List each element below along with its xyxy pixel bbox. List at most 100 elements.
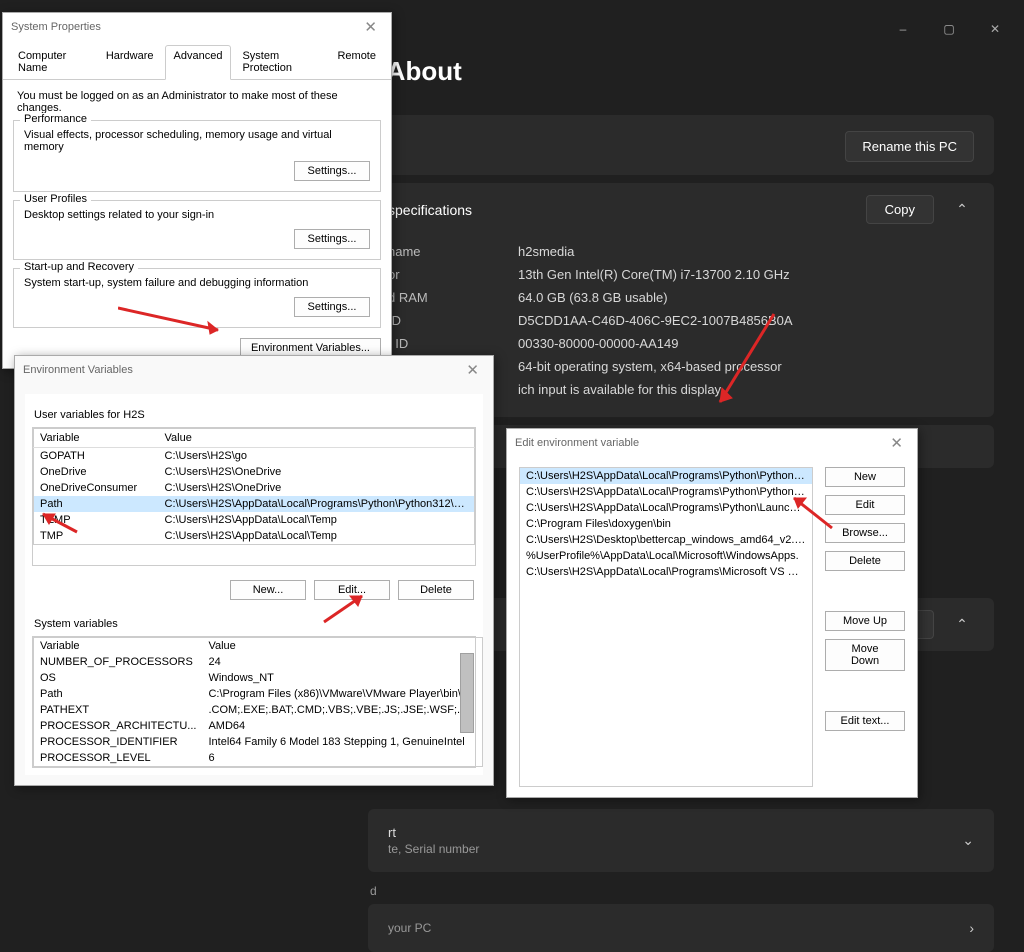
table-row[interactable]: PATHEXT.COM;.EXE;.BAT;.CMD;.VBS;.VBE;.JS… — [34, 702, 483, 718]
chevron-right-icon: › — [969, 920, 974, 936]
table-row[interactable]: PROCESSOR_IDENTIFIERIntel64 Family 6 Mod… — [34, 734, 483, 750]
var-name: TMP — [34, 528, 159, 545]
var-value: C:\Users\H2S\AppData\Local\Temp — [159, 512, 475, 528]
minimize-button[interactable]: – — [880, 14, 926, 44]
edit-text-button[interactable]: Edit text... — [825, 711, 905, 731]
table-row[interactable]: OneDriveC:\Users\H2S\OneDrive — [34, 464, 475, 480]
spec-value: h2smedia — [518, 244, 574, 259]
spec-row: nameh2smedia — [388, 240, 974, 263]
related-label: d — [368, 884, 994, 898]
spec-label: t ID — [388, 336, 518, 351]
var-value: AMD64 — [202, 718, 482, 734]
tab-system-protection[interactable]: System Protection — [233, 45, 326, 79]
user-edit-button[interactable]: Edit... — [314, 580, 390, 600]
col-variable: Variable — [34, 429, 159, 448]
close-icon[interactable]: ✕ — [460, 361, 485, 379]
spec-row: t ID00330-80000-00000-AA149 — [388, 332, 974, 355]
support-label: rt — [388, 825, 479, 840]
scrollbar-thumb[interactable] — [460, 653, 474, 733]
rename-pc-button[interactable]: Rename this PC — [845, 131, 974, 162]
chevron-up-icon[interactable]: ⌃ — [948, 196, 976, 224]
spec-value: ich input is available for this display — [518, 382, 721, 397]
spec-value: 00330-80000-00000-AA149 — [518, 336, 678, 351]
var-value: C:\Users\H2S\AppData\Local\Programs\Pyth… — [159, 496, 475, 512]
var-name: PATHEXT — [34, 702, 203, 718]
tab-computer-name[interactable]: Computer Name — [9, 45, 95, 79]
device-name-card: Rename this PC — [368, 115, 994, 175]
chevron-down-icon: ⌄ — [962, 832, 974, 849]
system-vars-table[interactable]: VariableValueNUMBER_OF_PROCESSORS24OSWin… — [33, 637, 483, 767]
user-profiles-group: User Profiles Desktop settings related t… — [13, 200, 381, 260]
var-value: 24 — [202, 654, 482, 670]
profiles-text: Desktop settings related to your sign-in — [24, 209, 370, 221]
move-up-button[interactable]: Move Up — [825, 611, 905, 631]
performance-legend: Performance — [20, 113, 91, 125]
tab-remote[interactable]: Remote — [328, 45, 385, 79]
path-entry[interactable]: C:\Program Files\doxygen\bin — [520, 516, 812, 532]
startup-recovery-group: Start-up and Recovery System start-up, s… — [13, 268, 381, 328]
path-entry[interactable]: C:\Users\H2S\Desktop\bettercap_windows_a… — [520, 532, 812, 548]
user-vars-table[interactable]: Variable Value GOPATHC:\Users\H2S\goOneD… — [33, 428, 475, 545]
help-item[interactable]: your PC › — [368, 904, 994, 952]
edit-entry-button[interactable]: Edit — [825, 495, 905, 515]
browse-button[interactable]: Browse... — [825, 523, 905, 543]
table-row[interactable]: OneDriveConsumerC:\Users\H2S\OneDrive — [34, 480, 475, 496]
close-icon[interactable]: ✕ — [358, 18, 383, 36]
profiles-settings-button[interactable]: Settings... — [294, 229, 370, 249]
table-row[interactable]: PathC:\Program Files (x86)\VMware\VMware… — [34, 686, 483, 702]
var-name: PROCESSOR_IDENTIFIER — [34, 734, 203, 750]
var-name: PROCESSOR_LEVEL — [34, 750, 203, 767]
new-entry-button[interactable]: New — [825, 467, 905, 487]
maximize-button[interactable]: ▢ — [926, 14, 972, 44]
var-name: Path — [34, 686, 203, 702]
path-entry[interactable]: %UserProfile%\AppData\Local\Microsoft\Wi… — [520, 548, 812, 564]
path-entry[interactable]: C:\Users\H2S\AppData\Local\Programs\Pyth… — [520, 468, 812, 484]
user-new-button[interactable]: New... — [230, 580, 306, 600]
system-properties-dialog: System Properties ✕ Computer NameHardwar… — [2, 12, 392, 369]
breadcrumb: › About — [368, 56, 994, 87]
chevron-up-icon[interactable]: ⌃ — [948, 611, 976, 639]
var-name: GOPATH — [34, 448, 159, 465]
spec-label: name — [388, 244, 518, 259]
var-value: Windows_NT — [202, 670, 482, 686]
table-row[interactable]: PROCESSOR_ARCHITECTU...AMD64 — [34, 718, 483, 734]
table-row[interactable]: NUMBER_OF_PROCESSORS24 — [34, 654, 483, 670]
envvars-title: Environment Variables — [23, 364, 133, 376]
var-value: Intel64 Family 6 Model 183 Stepping 1, G… — [202, 734, 482, 750]
spec-value: 13th Gen Intel(R) Core(TM) i7-13700 2.10… — [518, 267, 790, 282]
var-value: C:\Users\H2S\OneDrive — [159, 464, 475, 480]
sys-vars-label: System variables — [34, 618, 476, 630]
var-name: TEMP — [34, 512, 159, 528]
support-item[interactable]: rt te, Serial number ⌄ — [368, 809, 994, 872]
table-row[interactable]: OSWindows_NT — [34, 670, 483, 686]
delete-entry-button[interactable]: Delete — [825, 551, 905, 571]
path-entry[interactable]: C:\Users\H2S\AppData\Local\Programs\Micr… — [520, 564, 812, 580]
var-name: OneDriveConsumer — [34, 480, 159, 496]
table-row[interactable]: TMPC:\Users\H2S\AppData\Local\Temp — [34, 528, 475, 545]
var-name: NUMBER_OF_PROCESSORS — [34, 654, 203, 670]
move-down-button[interactable]: Move Down — [825, 639, 905, 671]
path-entry[interactable]: C:\Users\H2S\AppData\Local\Programs\Pyth… — [520, 500, 812, 516]
performance-text: Visual effects, processor scheduling, me… — [24, 129, 370, 153]
table-row[interactable]: TEMPC:\Users\H2S\AppData\Local\Temp — [34, 512, 475, 528]
sysprops-titlebar: System Properties ✕ — [3, 13, 391, 41]
var-name: PROCESSOR_ARCHITECTU... — [34, 718, 203, 734]
var-value: C:\Program Files (x86)\VMware\VMware Pla… — [202, 686, 482, 702]
tab-advanced[interactable]: Advanced — [165, 45, 232, 80]
close-icon[interactable]: ✕ — [884, 434, 909, 452]
startup-settings-button[interactable]: Settings... — [294, 297, 370, 317]
copy-button[interactable]: Copy — [866, 195, 934, 224]
tab-hardware[interactable]: Hardware — [97, 45, 163, 79]
support-sub: te, Serial number — [388, 842, 479, 856]
table-row[interactable]: PathC:\Users\H2S\AppData\Local\Programs\… — [34, 496, 475, 512]
user-delete-button[interactable]: Delete — [398, 580, 474, 600]
perf-settings-button[interactable]: Settings... — [294, 161, 370, 181]
path-entry[interactable]: C:\Users\H2S\AppData\Local\Programs\Pyth… — [520, 484, 812, 500]
editenv-titlebar: Edit environment variable ✕ — [507, 429, 917, 457]
spec-value: D5CDD1AA-C46D-406C-9EC2-1007B4856B0A — [518, 313, 793, 328]
path-entries-list[interactable]: C:\Users\H2S\AppData\Local\Programs\Pyth… — [519, 467, 813, 787]
table-row[interactable]: GOPATHC:\Users\H2S\go — [34, 448, 475, 465]
table-row[interactable]: PROCESSOR_LEVEL6 — [34, 750, 483, 767]
close-button[interactable]: ✕ — [972, 14, 1018, 44]
var-value: C:\Users\H2S\OneDrive — [159, 480, 475, 496]
